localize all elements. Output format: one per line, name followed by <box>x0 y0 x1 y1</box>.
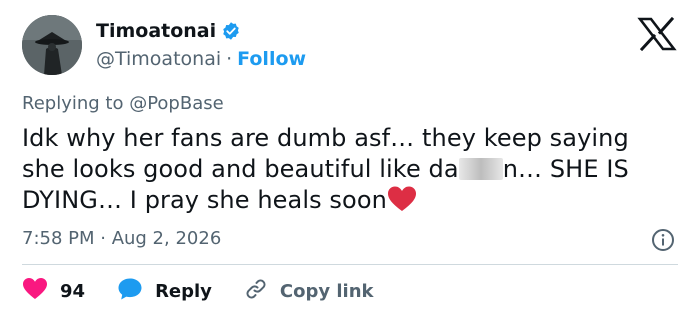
author-handle-row: @Timoatonai · Follow <box>96 48 306 70</box>
replying-prefix: Replying to <box>22 93 130 114</box>
avatar-image <box>22 15 82 75</box>
heart-icon <box>22 277 48 305</box>
author-name-row: Timoatonai <box>96 20 241 42</box>
author-display-name[interactable]: Timoatonai <box>96 20 216 42</box>
replying-to-line: Replying to @PopBase <box>22 93 224 114</box>
reply-bubble-icon <box>117 277 143 305</box>
verified-badge-icon <box>221 21 241 41</box>
replying-mention-link[interactable]: @PopBase <box>129 93 223 114</box>
avatar[interactable] <box>22 15 82 75</box>
author-handle[interactable]: @Timoatonai <box>96 48 221 70</box>
follow-button[interactable]: Follow <box>237 48 306 70</box>
separator-dot: · <box>226 48 233 70</box>
tweet-text: Idk why her fans are dumb asf… they keep… <box>22 123 672 216</box>
like-button[interactable]: 94 <box>22 277 85 305</box>
censor-blur <box>458 158 503 180</box>
x-logo-icon[interactable] <box>637 16 677 52</box>
reply-label: Reply <box>155 280 212 302</box>
divider <box>22 264 678 265</box>
action-bar: 94 Reply Copy link <box>22 277 374 305</box>
copy-link-button[interactable]: Copy link <box>244 277 374 305</box>
info-icon[interactable] <box>651 228 675 252</box>
red-heart-emoji <box>387 185 417 213</box>
tweet-timestamp[interactable]: 7:58 PM · Aug 2, 2026 <box>22 228 221 249</box>
link-icon <box>244 277 268 305</box>
copy-link-label: Copy link <box>279 280 374 302</box>
like-count: 94 <box>60 280 86 302</box>
reply-button[interactable]: Reply <box>117 277 212 305</box>
